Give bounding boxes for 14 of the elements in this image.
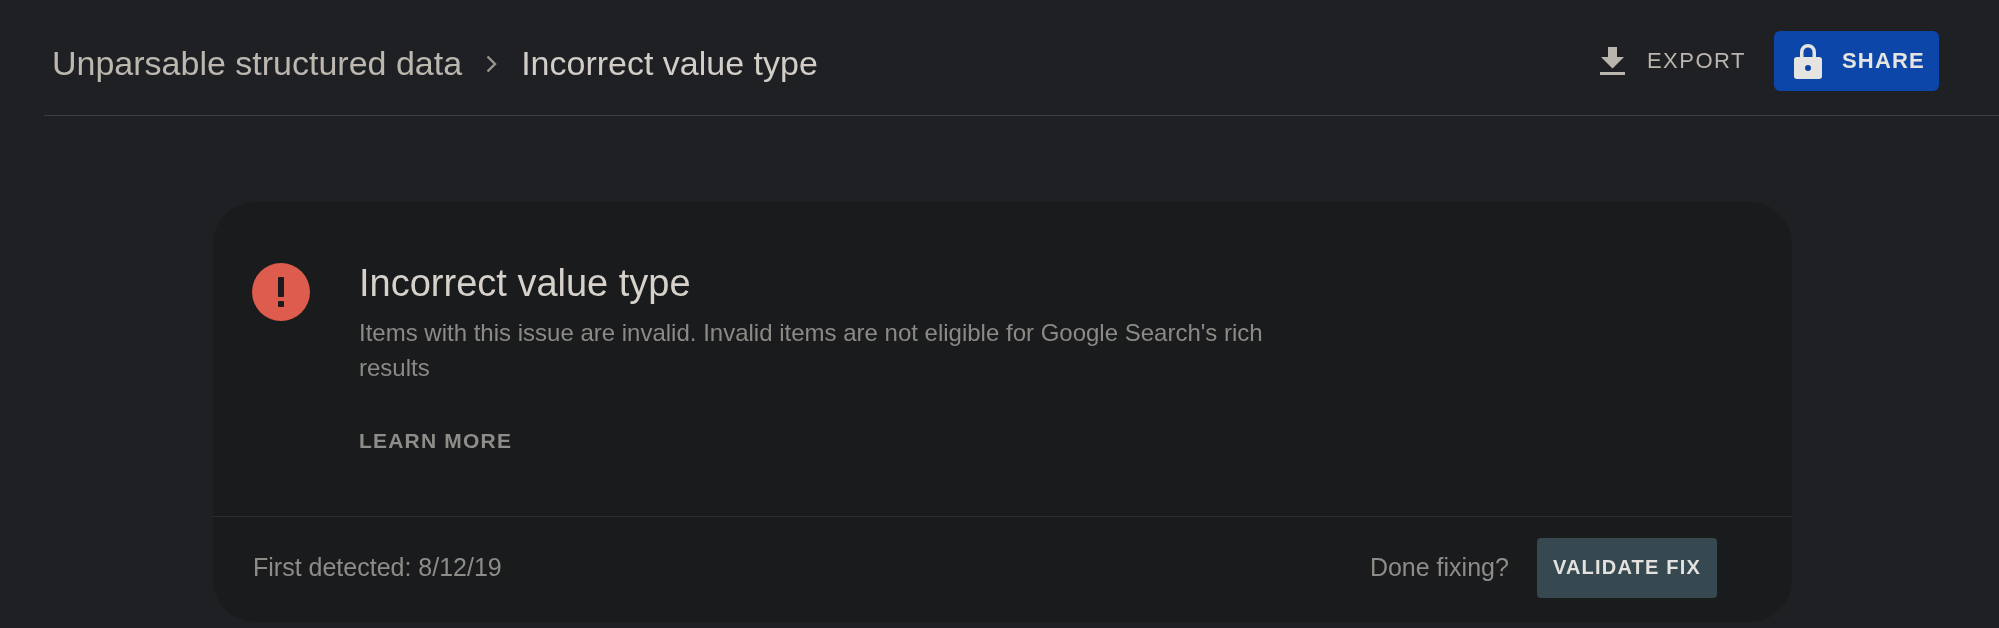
learn-more-link[interactable]: LEARN MORE (359, 427, 513, 455)
lock-icon (1794, 42, 1822, 79)
first-detected-text: First detected: 8/12/19 (253, 553, 502, 582)
done-fixing-text: Done fixing? (1369, 553, 1509, 582)
validate-fix-button[interactable]: VALIDATE FIX (1536, 537, 1717, 598)
share-button[interactable]: SHARE (1774, 30, 1939, 91)
breadcrumb-item[interactable]: Unparsable structured data (52, 44, 463, 83)
error-icon (252, 263, 310, 321)
issue-description: Items with this issue are invalid. Invalid items are not eligible for Google Search's rich results (359, 318, 1264, 383)
export-button[interactable]: EXPORT (1591, 30, 1754, 91)
chevron-right-icon (486, 54, 498, 73)
issue-title: Incorrect value type (359, 261, 691, 305)
download-icon (1599, 46, 1625, 75)
breadcrumb-item: Incorrect value type (521, 44, 818, 83)
